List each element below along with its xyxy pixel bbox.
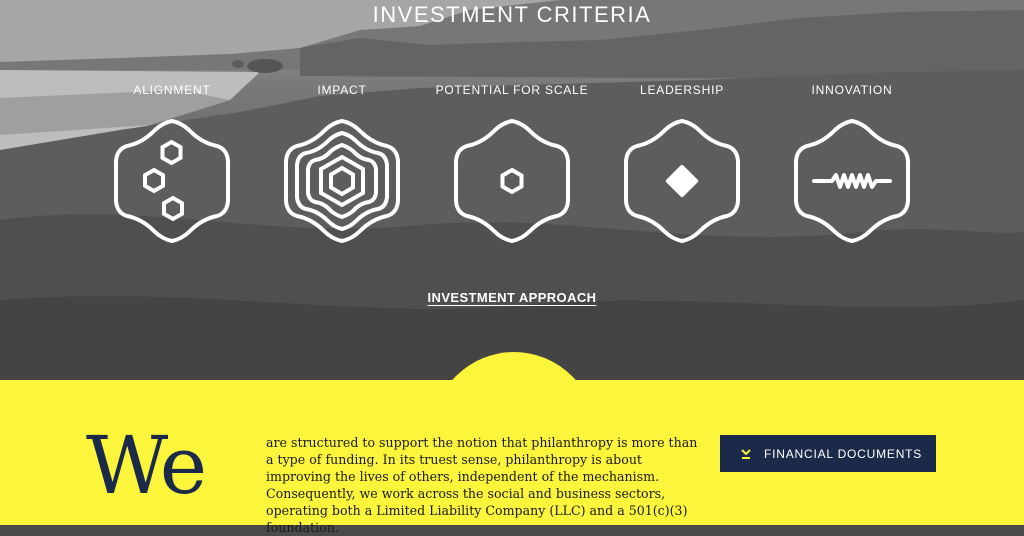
criterion-label: INNOVATION bbox=[811, 83, 893, 97]
concentric-hexagons-icon bbox=[284, 118, 400, 244]
financial-documents-button[interactable]: FINANCIAL DOCUMENTS bbox=[720, 435, 936, 472]
investment-approach-link[interactable]: INVESTMENT APPROACH bbox=[428, 290, 597, 305]
criterion-label: IMPACT bbox=[317, 83, 367, 97]
criterion-alignment[interactable]: ALIGNMENT bbox=[87, 82, 257, 250]
criterion-potential-for-scale[interactable]: POTENTIAL FOR SCALE bbox=[427, 82, 597, 250]
mission-text: are structured to support the notion tha… bbox=[266, 435, 698, 535]
chevron-down-icon bbox=[741, 448, 751, 459]
criterion-impact[interactable]: IMPACT bbox=[257, 82, 427, 250]
diamond-icon bbox=[624, 118, 740, 244]
criterion-label: POTENTIAL FOR SCALE bbox=[435, 83, 589, 97]
financial-documents-label: FINANCIAL DOCUMENTS bbox=[764, 446, 923, 461]
criterion-label: ALIGNMENT bbox=[133, 83, 211, 97]
zigzag-wave-icon bbox=[794, 118, 910, 244]
lead-word: We bbox=[86, 419, 207, 512]
criterion-leadership[interactable]: LEADERSHIP bbox=[597, 82, 767, 250]
stacked-hexagons-icon bbox=[114, 118, 230, 244]
criterion-innovation[interactable]: INNOVATION bbox=[767, 82, 937, 250]
section-title: INVESTMENT CRITERIA bbox=[372, 2, 652, 27]
small-hexagon-icon bbox=[454, 118, 570, 244]
criteria-list: ALIGNMENT IMPACT POTENTIAL FOR SCALE LEA… bbox=[87, 82, 937, 244]
approach-wrapper: INVESTMENT APPROACH bbox=[0, 289, 1024, 307]
criterion-label: LEADERSHIP bbox=[639, 83, 725, 97]
hero-section: INVESTMENT CRITERIA ALIGNMENT IMPACT POT… bbox=[0, 0, 1024, 380]
